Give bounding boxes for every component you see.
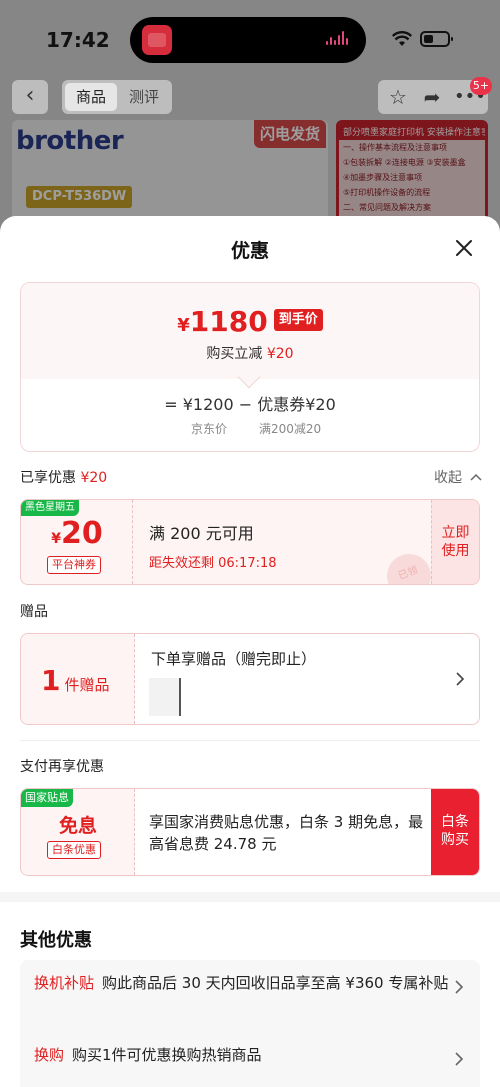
offer-tag: 换购	[34, 1046, 65, 1064]
coupon-type-tag: 平台神券	[47, 556, 101, 574]
tab-goods[interactable]: 商品	[65, 83, 117, 111]
tab-review[interactable]: 测评	[118, 83, 170, 111]
back-button[interactable]: ‹	[12, 80, 48, 114]
coupon-amount: 20	[61, 516, 103, 551]
gift-count: 1 件赠品	[41, 664, 110, 697]
currency-symbol: ¥	[177, 315, 190, 336]
status-bar: 17:42	[0, 0, 500, 80]
offer-tag: 换机补贴	[34, 974, 95, 992]
chevron-right-icon	[456, 672, 465, 686]
price-formula: = ¥1200 − 优惠券¥20	[164, 395, 336, 414]
gov-subsidy-tag: 国家贴息	[21, 789, 73, 807]
wifi-icon	[392, 31, 412, 46]
message-badge: 5+	[470, 77, 492, 95]
top-nav: ‹ 商品 测评 ☆ ➦ •••	[0, 80, 500, 116]
gift-section-header: 赠品	[20, 604, 48, 620]
chevron-right-icon	[455, 980, 464, 994]
interest-free-label: 免息	[58, 815, 97, 837]
offer-text: 购此商品后 30 天内回收旧品享至高 ¥360 专属补贴	[102, 974, 449, 992]
coupon-value-panel: 黑色星期五 ¥20 平台神券	[21, 500, 133, 584]
coupon-currency: ¥	[51, 531, 61, 547]
installment-offer-card[interactable]: 国家贴息 免息 白条优惠 享国家消费贴息优惠，白条 3 期免息，最高省息费 24…	[20, 788, 480, 876]
gift-thumbnail	[149, 678, 181, 716]
collapse-label: 收起	[434, 470, 462, 486]
audio-wave-icon	[326, 31, 352, 49]
tab-bar: 商品 测评	[62, 80, 172, 114]
offer-text: 购买1件可优惠换购热销商品	[72, 1046, 262, 1064]
gift-count-unit: 件赠品	[64, 676, 110, 694]
chevron-up-icon	[470, 473, 482, 481]
battery-icon	[420, 31, 453, 47]
enjoyed-discount-header: 已享优惠 ¥20	[20, 467, 107, 487]
gift-count-number: 1	[41, 664, 61, 697]
platform-coupon-card[interactable]: 黑色星期五 ¥20 平台神券 满 200 元可用 距失效还剩 06:17:18 …	[20, 499, 480, 585]
trade-in-offer-row[interactable]: 换机补贴 购此商品后 30 天内回收旧品享至高 ¥360 专属补贴	[34, 970, 454, 996]
status-time: 17:42	[46, 28, 110, 52]
sheet-title: 优惠	[230, 240, 269, 262]
collapse-toggle[interactable]: 收起	[434, 467, 482, 487]
baitiao-buy-button[interactable]: 白条 购买	[431, 789, 479, 875]
section-gap	[0, 892, 500, 902]
app-icon	[142, 25, 172, 55]
final-price-tag: 到手价	[273, 309, 323, 331]
pay-section-header: 支付再享优惠	[20, 759, 104, 775]
other-offers-list: 换机补贴 购此商品后 30 天内回收旧品享至高 ¥360 专属补贴 换购 购买1件可…	[20, 960, 480, 1087]
claimed-stamp: 已领	[380, 547, 438, 584]
coupon-value: ¥20	[21, 516, 133, 551]
share-icon[interactable]: ➦	[420, 85, 444, 109]
enjoyed-amount: ¥20	[80, 470, 108, 486]
price-breakdown-card: ¥1180 到手价 购买立减 ¥20 = ¥1200 − 优惠券¥20 京东价 满…	[20, 282, 480, 452]
dynamic-island	[130, 17, 366, 63]
installment-panel: 国家贴息 免息 白条优惠	[21, 789, 135, 875]
use-now-label: 立即 使用	[441, 525, 470, 559]
enjoyed-label: 已享优惠	[20, 470, 76, 486]
divider	[20, 740, 480, 741]
gift-card[interactable]: 1 件赠品 下单享赠品（赠完即止）	[20, 633, 480, 725]
gift-title: 下单享赠品（赠完即止）	[151, 650, 317, 668]
coupon-rule-caption: 满200减20	[259, 422, 322, 436]
instant-discount-line: 购买立减 ¥20	[21, 343, 479, 363]
jd-price-caption: 京东价	[191, 422, 228, 436]
installment-description: 享国家消费贴息优惠，白条 3 期免息，最高省息费 24.78 元	[149, 813, 424, 853]
instant-discount-label: 购买立减	[206, 346, 263, 362]
exchange-purchase-row[interactable]: 换购 购买1件可优惠换购热销商品	[34, 1042, 454, 1068]
instant-discount-amount: ¥20	[266, 346, 294, 362]
gift-count-panel: 1 件赠品	[21, 634, 135, 724]
black-friday-tag: 黑色星期五	[21, 500, 79, 516]
baitiao-buy-label: 白条 购买	[441, 814, 469, 848]
use-now-button[interactable]: 立即 使用	[431, 500, 479, 584]
discount-sheet: 优惠 ¥1180 到手价 购买立减 ¥20 = ¥1200 − 优惠券¥20 京东…	[0, 216, 500, 1087]
close-icon[interactable]	[452, 236, 476, 260]
favorite-star-icon[interactable]: ☆	[386, 85, 410, 109]
chevron-right-icon	[455, 1052, 464, 1066]
coupon-countdown: 距失效还剩 06:17:18	[149, 556, 277, 571]
coupon-condition: 满 200 元可用	[149, 524, 254, 543]
final-price-line: ¥1180 到手价	[21, 305, 479, 338]
final-price: 1180	[189, 305, 268, 338]
baitiao-tag: 白条优惠	[47, 841, 101, 859]
other-offers-title: 其他优惠	[20, 930, 92, 951]
